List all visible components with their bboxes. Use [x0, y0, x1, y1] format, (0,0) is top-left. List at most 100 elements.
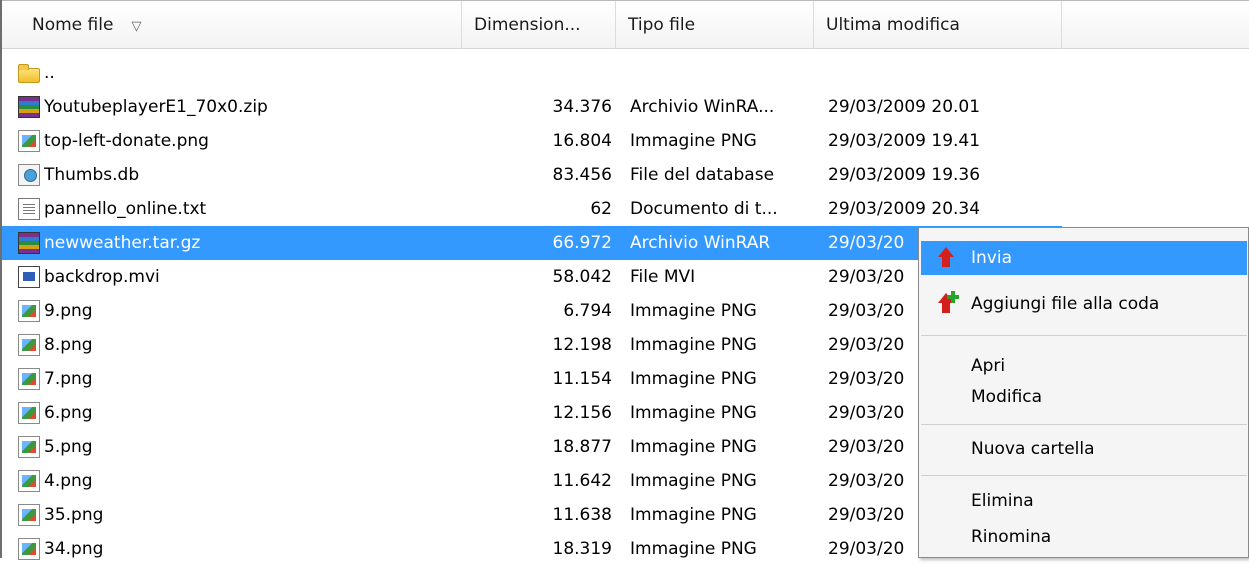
- menu-item-rename[interactable]: Rinomina: [921, 520, 1247, 554]
- menu-item-edit[interactable]: Modifica: [921, 380, 1247, 414]
- menu-item-new-folder[interactable]: Nuova cartella: [921, 432, 1247, 466]
- file-modified: 29/03/2009 19.41: [828, 131, 981, 151]
- file-modified: 29/03/2009 20.34: [828, 199, 981, 219]
- text-document-icon: [18, 198, 40, 220]
- file-type: Immagine PNG: [630, 131, 757, 151]
- file-type: File del database: [630, 165, 775, 185]
- png-image-icon: [18, 504, 40, 526]
- menu-item-rename-label: Rinomina: [971, 527, 1052, 547]
- file-name-cell: 7.png: [18, 362, 468, 396]
- file-row[interactable]: 34.png 18.319 Immagine PNG 29/03/20: [2, 532, 1062, 566]
- file-size: 66.972: [552, 233, 612, 253]
- file-size: 18.319: [552, 539, 612, 559]
- parent-directory-name-cell: ..: [18, 56, 468, 90]
- sort-descending-icon: ▽: [131, 19, 142, 34]
- file-name-cell: 6.png: [18, 396, 468, 430]
- file-type: Immagine PNG: [630, 539, 757, 559]
- menu-item-add-to-queue[interactable]: Aggiungi file alla coda: [921, 287, 1247, 321]
- file-name: pannello_online.txt: [44, 199, 207, 219]
- file-name-cell: YoutubeplayerE1_70x0.zip: [18, 90, 468, 124]
- file-row[interactable]: 9.png 6.794 Immagine PNG 29/03/20: [2, 294, 1062, 328]
- file-row[interactable]: backdrop.mvi 58.042 File MVI 29/03/20: [2, 260, 1062, 294]
- file-name-cell: 9.png: [18, 294, 468, 328]
- file-type: Documento di t...: [630, 199, 778, 219]
- file-row[interactable]: 8.png 12.198 Immagine PNG 29/03/20: [2, 328, 1062, 362]
- menu-item-add-to-queue-label: Aggiungi file alla coda: [971, 294, 1160, 314]
- file-type: Immagine PNG: [630, 505, 757, 525]
- file-name-cell: 8.png: [18, 328, 468, 362]
- file-size: 11.638: [552, 505, 612, 525]
- file-name-cell: 34.png: [18, 532, 468, 566]
- file-name: newweather.tar.gz: [44, 233, 201, 253]
- menu-item-open[interactable]: Apri: [921, 349, 1247, 383]
- file-size: 16.804: [552, 131, 612, 151]
- context-menu: Invia Aggiungi file alla coda Apri Modif…: [918, 227, 1249, 558]
- file-size: 11.154: [552, 369, 612, 389]
- file-row[interactable]: Thumbs.db 83.456 File del database 29/03/20…: [2, 158, 1062, 192]
- file-row[interactable]: 5.png 18.877 Immagine PNG 29/03/20: [2, 430, 1062, 464]
- parent-directory-label: ..: [44, 63, 55, 83]
- file-size: 12.198: [552, 335, 612, 355]
- file-row[interactable]: 35.png 11.638 Immagine PNG 29/03/20: [2, 498, 1062, 532]
- menu-separator: [921, 335, 1247, 336]
- file-modified: 29/03/2009 19.36: [828, 165, 981, 185]
- column-header-name[interactable]: Nome file ▽: [2, 1, 462, 49]
- column-header-bar: Nome file ▽ Dimension... Tipo file Ultima…: [2, 0, 1249, 49]
- menu-item-delete[interactable]: Elimina: [921, 484, 1247, 518]
- file-row[interactable]: 4.png 11.642 Immagine PNG 29/03/20: [2, 464, 1062, 498]
- file-name-cell: 5.png: [18, 430, 468, 464]
- file-size: 62: [590, 199, 612, 219]
- file-name-cell: top-left-donate.png: [18, 124, 468, 158]
- column-header-modified[interactable]: Ultima modifica: [814, 1, 1062, 49]
- file-size: 6.794: [563, 301, 612, 321]
- mvi-file-icon: [18, 266, 40, 288]
- column-header-name-label: Nome file: [32, 15, 114, 35]
- menu-item-open-label: Apri: [971, 356, 1006, 376]
- file-type: Archivio WinRAR: [630, 233, 771, 253]
- file-name: 7.png: [44, 369, 93, 389]
- file-type: Immagine PNG: [630, 403, 757, 423]
- file-row[interactable]: 7.png 11.154 Immagine PNG 29/03/20: [2, 362, 1062, 396]
- file-name: 35.png: [44, 505, 104, 525]
- file-size: 12.156: [552, 403, 612, 423]
- add-to-queue-icon: [935, 291, 959, 315]
- menu-item-delete-label: Elimina: [971, 491, 1034, 511]
- file-type: File MVI: [630, 267, 696, 287]
- menu-item-edit-label: Modifica: [971, 387, 1043, 407]
- file-name: 34.png: [44, 539, 104, 559]
- column-header-size-label: Dimension...: [474, 15, 581, 35]
- menu-item-new-folder-label: Nuova cartella: [971, 439, 1095, 459]
- menu-item-send-label: Invia: [971, 248, 1012, 268]
- file-type: Archivio WinRA...: [630, 97, 775, 117]
- file-row[interactable]: pannello_online.txt 62 Documento di t... 29…: [2, 192, 1062, 226]
- winrar-archive-icon: [18, 232, 40, 254]
- file-name: 6.png: [44, 403, 93, 423]
- png-image-icon: [18, 436, 40, 458]
- winrar-archive-icon: [18, 96, 40, 118]
- upload-arrow-icon: [935, 247, 957, 269]
- menu-separator: [921, 475, 1247, 476]
- file-size: 83.456: [552, 165, 612, 185]
- png-image-icon: [18, 402, 40, 424]
- png-image-icon: [18, 130, 40, 152]
- png-image-icon: [18, 538, 40, 560]
- file-type: Immagine PNG: [630, 369, 757, 389]
- file-name: backdrop.mvi: [44, 267, 160, 287]
- column-header-type[interactable]: Tipo file: [616, 1, 814, 49]
- file-name-cell: backdrop.mvi: [18, 260, 468, 294]
- file-name-cell: pannello_online.txt: [18, 192, 468, 226]
- menu-separator: [921, 424, 1247, 425]
- file-row[interactable]: newweather.tar.gz 66.972 Archivio WinRAR 29…: [2, 226, 1062, 260]
- file-row[interactable]: YoutubeplayerE1_70x0.zip 34.376 Archivio W…: [2, 90, 1062, 124]
- file-type: Immagine PNG: [630, 437, 757, 457]
- parent-directory-row[interactable]: ..: [2, 56, 1062, 90]
- file-row[interactable]: 6.png 12.156 Immagine PNG 29/03/20: [2, 396, 1062, 430]
- png-image-icon: [18, 334, 40, 356]
- file-type: Immagine PNG: [630, 471, 757, 491]
- menu-item-send[interactable]: Invia: [921, 241, 1247, 275]
- file-row[interactable]: top-left-donate.png 16.804 Immagine PNG 29/…: [2, 124, 1062, 158]
- file-name: 9.png: [44, 301, 93, 321]
- file-name-cell: 4.png: [18, 464, 468, 498]
- column-header-size[interactable]: Dimension...: [462, 1, 616, 49]
- column-header-modified-label: Ultima modifica: [826, 15, 960, 35]
